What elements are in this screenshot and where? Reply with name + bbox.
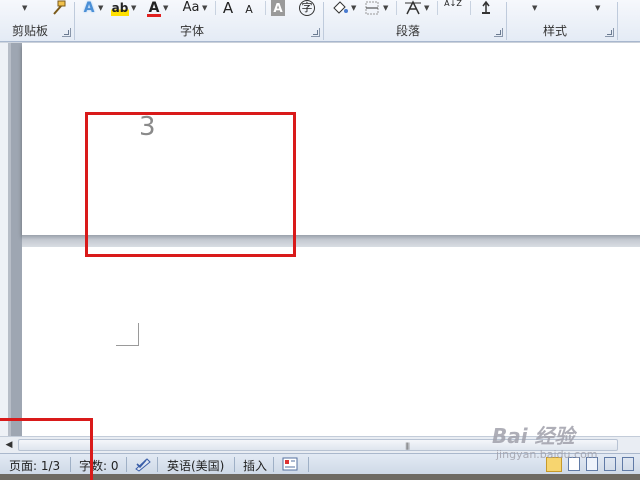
status-separator <box>308 457 309 472</box>
scroll-grip-icon: ||| <box>405 442 410 450</box>
font-group: A ▼ ab ▼ A ▼ Aa ▼ A A A 字 字体 <box>75 0 323 42</box>
draft-view-icon[interactable] <box>622 457 634 471</box>
asian-layout-icon[interactable] <box>404 0 422 16</box>
mini-separator <box>437 1 438 15</box>
status-separator <box>157 457 158 472</box>
status-separator <box>273 457 274 472</box>
ribbon: ▼ 剪贴板 A ▼ ab ▼ A ▼ Aa ▼ A A A 字 字体 ▼ ▼ ▼… <box>0 0 640 42</box>
margin-corner-mark <box>116 323 139 346</box>
borders-dropdown[interactable]: ▼ <box>383 4 388 12</box>
status-separator <box>234 457 235 472</box>
clipboard-group: ▼ 剪贴板 <box>0 0 74 42</box>
format-painter-icon[interactable] <box>48 0 68 16</box>
text-effects-icon[interactable]: A <box>81 0 97 16</box>
asian-layout-dropdown[interactable]: ▼ <box>424 4 429 12</box>
shrink-font-button[interactable]: A <box>243 2 255 18</box>
proofing-check-icon[interactable] <box>134 457 152 475</box>
vertical-ruler[interactable] <box>0 43 22 436</box>
mini-separator <box>470 1 471 15</box>
language-status[interactable]: 英语(美国) <box>167 457 224 474</box>
show-formatting-marks-icon[interactable] <box>478 0 494 16</box>
change-styles-dropdown[interactable]: ▼ <box>595 4 600 12</box>
font-group-label: 字体 <box>179 24 204 38</box>
paragraph-group-label: 段落 <box>395 24 420 38</box>
paragraph-group: ▼ ▼ ▼ A↓Z 段落 <box>324 0 506 42</box>
shading-dropdown[interactable]: ▼ <box>351 4 356 12</box>
highlight-color-icon[interactable]: ab <box>111 0 129 16</box>
clipboard-dialog-launcher-icon[interactable] <box>62 28 71 37</box>
highlight-box-status <box>0 418 93 480</box>
font-dialog-launcher-icon[interactable] <box>311 28 320 37</box>
group-separator <box>617 2 618 40</box>
change-case-button[interactable]: Aa <box>180 0 202 16</box>
taskbar-strip <box>0 474 640 480</box>
macro-record-icon[interactable] <box>282 457 298 474</box>
document-page[interactable] <box>22 247 640 436</box>
mini-separator <box>215 1 216 15</box>
font-color-dropdown[interactable]: ▼ <box>163 4 168 12</box>
paragraph-dialog-launcher-icon[interactable] <box>494 28 503 37</box>
grow-font-button[interactable]: A <box>221 0 235 16</box>
styles-group-label: 样式 <box>542 24 567 38</box>
enclose-characters-button[interactable]: 字 <box>299 0 315 16</box>
shading-bucket-icon[interactable] <box>330 0 350 16</box>
document-workspace[interactable]: 3 <box>0 43 640 436</box>
styles-dialog-launcher-icon[interactable] <box>605 28 614 37</box>
mini-separator <box>396 1 397 15</box>
change-case-dropdown[interactable]: ▼ <box>202 4 207 12</box>
paste-dropdown-arrow[interactable]: ▼ <box>22 4 27 12</box>
character-shading-button[interactable]: A <box>271 0 285 16</box>
clipboard-group-label: 剪贴板 <box>11 24 48 38</box>
status-separator <box>126 457 127 472</box>
sort-button[interactable]: A↓Z <box>444 0 462 16</box>
styles-group: ▼ ▼ 样式 <box>507 0 617 42</box>
font-color-icon[interactable]: A <box>147 0 161 17</box>
insert-mode-status[interactable]: 插入 <box>243 457 267 474</box>
styles-gallery-dropdown[interactable]: ▼ <box>532 4 537 12</box>
borders-icon[interactable] <box>364 0 380 16</box>
outline-view-icon[interactable] <box>604 457 616 471</box>
highlight-box-page-number <box>85 112 296 257</box>
watermark-logo: Bai 经验 <box>492 424 575 448</box>
text-effects-dropdown[interactable]: ▼ <box>98 4 103 12</box>
highlight-dropdown[interactable]: ▼ <box>131 4 136 12</box>
watermark-url: jingyan.baidu.com <box>496 448 598 461</box>
mini-separator <box>265 1 266 15</box>
